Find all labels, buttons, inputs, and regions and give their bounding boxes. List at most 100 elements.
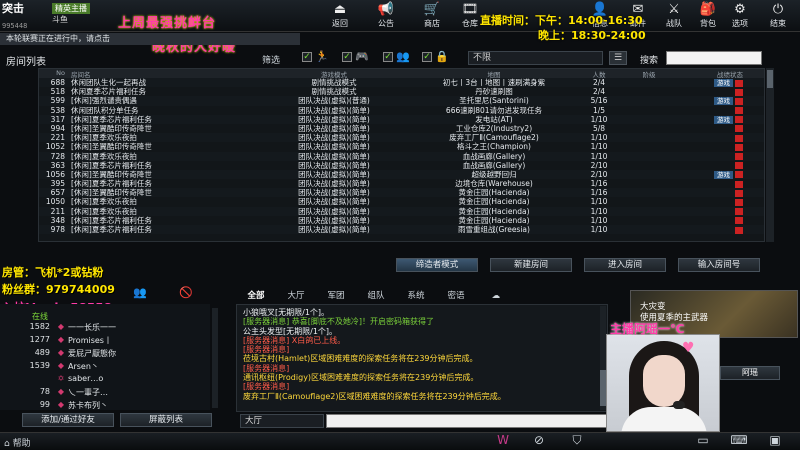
list-item[interactable]: 489 ◆ 爱屁ㄕ厭態你: [28, 348, 208, 360]
room-no: 1050: [45, 197, 65, 207]
channel-badge: 精英主播: [52, 3, 90, 14]
room-state: [679, 106, 749, 115]
w-icon[interactable]: W: [494, 433, 512, 449]
screen-icon[interactable]: ▭: [694, 433, 712, 449]
backpack-button[interactable]: 🎒 背包: [690, 2, 726, 30]
battery-icon[interactable]: ▣: [766, 433, 784, 449]
table-row[interactable]: 599 [休闲]强烈谴责偶遇 团队决战(虚拟)(普通) 圣托里尼(Santorini)…: [39, 96, 764, 106]
keyboard-icon[interactable]: ⌨: [730, 433, 748, 449]
chat-settings-icon[interactable]: ☁: [476, 289, 516, 303]
room-mode: 团队决战(虚拟)(简单): [298, 160, 370, 170]
table-row[interactable]: 363 [休闲]夏季芯片福利任务 团队决战(虚拟)(简单) 血战画廊(Gallery)…: [39, 161, 764, 170]
table-row[interactable]: 1052 [休闲]圣翼酷印传奇降世 团队决战(虚拟)(简单) 格斗之王(Champio…: [39, 142, 764, 151]
channel-code: 995448: [2, 22, 28, 30]
creator-mode-button[interactable]: 缔造者模式: [396, 258, 478, 272]
room-table-scrollbar[interactable]: [766, 68, 774, 242]
table-row[interactable]: 978 [休闲]夏季芯片福利任务 团队决战(虚拟)(简单) 雨雪重组战(Greesia…: [39, 225, 764, 235]
friend-name: 一一长乐一一: [68, 323, 116, 332]
room-state: [679, 179, 749, 188]
table-row[interactable]: 211 [休闲]夏季欢乐夜拍 团队决战(虚拟)(简单) 黄金庄园(Hacienda) 1…: [39, 206, 764, 216]
room-map: 边境仓库(Warehouse): [455, 179, 533, 189]
filter-checkbox-2[interactable]: ✓: [342, 52, 352, 62]
table-row[interactable]: 688 休闲团队生化一起再战 剧情挑战模式 初七丨3台丨地图丨速刷满身紫 2/4 游戏: [39, 78, 764, 88]
room-mode: 团队决战(虚拟)(简单): [298, 215, 370, 225]
league-status-bar[interactable]: 本轮联赛正在进行中，请点击: [0, 33, 300, 45]
table-row[interactable]: 728 [休闲]夏季欢乐夜拍 团队决战(虚拟)(简单) 血战画廊(Gallery) 1/…: [39, 151, 764, 161]
room-mode: 团队决战(虚拟)(简单): [298, 206, 370, 216]
exit-button[interactable]: ⏻ 结束: [760, 2, 796, 30]
room-mode: 剧情挑战模式: [311, 78, 357, 87]
table-row[interactable]: 221 [休闲]夏季欢乐夜拍 团队决战(虚拟)(简单) 废弃工厂Ⅱ(Camouflag…: [39, 133, 764, 143]
room-mode: 团队决战(虚拟)(简单): [298, 197, 370, 207]
table-row[interactable]: 317 [休闲]夏季芯片福利任务 团队决战(虚拟)(简单) 发电站(AT) 1/10 游戏: [39, 114, 764, 124]
friend-name: 爱屁ㄕ厭態你: [68, 349, 116, 358]
list-item[interactable]: 1582 ◆ 一一长乐一一: [28, 322, 208, 334]
play-icon: [735, 134, 743, 142]
lock-icon: 🔒: [435, 50, 449, 63]
list-item[interactable]: 78 ◆ 乀一輩子…: [28, 387, 208, 399]
streamer-webcam: [606, 334, 720, 432]
list-item[interactable]: ✡ saber…o: [28, 374, 208, 386]
shield-icon[interactable]: ⛉: [568, 433, 586, 449]
filter-checkbox-3[interactable]: ✓: [383, 52, 393, 62]
chat-input[interactable]: [326, 414, 610, 428]
table-row[interactable]: 1050 [休闲]夏季欢乐夜拍 团队决战(虚拟)(简单) 黄金庄园(Hacienda)…: [39, 197, 764, 206]
table-row[interactable]: 348 [休闲]夏季芯片福利任务 团队决战(虚拟)(简单) 黄金庄园(Hacienda…: [39, 216, 764, 225]
block-list-button[interactable]: 屏蔽列表: [120, 413, 212, 427]
room-map: 丹砂速刷图: [475, 87, 513, 97]
shop-icon: 🛒: [423, 2, 441, 17]
friends-tab-icon[interactable]: 👥: [130, 286, 150, 302]
event-button[interactable]: 阿瑶: [720, 366, 780, 380]
list-item[interactable]: 99 ◆ 苏卡布列丶: [28, 400, 208, 412]
list-item[interactable]: 1277 ◆ Promises丨: [28, 335, 208, 347]
room-state: [679, 216, 749, 225]
room-mode: 团队决战(虚拟)(简单): [298, 188, 370, 198]
room-status-select[interactable]: 不限: [468, 51, 603, 65]
friend-name: Promises丨: [68, 336, 112, 345]
shop-button[interactable]: 🛒 商店: [414, 2, 450, 30]
friends-scrollbar[interactable]: [212, 308, 218, 408]
add-friend-button[interactable]: 添加/通过好友: [22, 413, 114, 427]
overlay-host-name: 主播阿瑶一℃: [610, 322, 685, 336]
room-search-input[interactable]: [666, 51, 762, 65]
chat-tab-lobby[interactable]: 大厅: [276, 289, 316, 303]
chat-tab-legion[interactable]: 军团: [316, 289, 356, 303]
list-view-button[interactable]: ☰: [609, 51, 627, 65]
table-row[interactable]: 657 [休闲]圣翼酷印传奇降世 团队决战(虚拟)(简单) 黄金庄园(Hacienda…: [39, 188, 764, 198]
chat-tab-all[interactable]: 全部: [236, 289, 276, 303]
new-room-button[interactable]: 新建房间: [490, 258, 572, 272]
compass-icon[interactable]: ⊘: [530, 433, 548, 449]
room-map: 工业仓库2(Industry2): [455, 123, 533, 133]
chat-channel-select[interactable]: 大厅: [240, 414, 324, 428]
list-item[interactable]: 1539 ◆ Arsen丶: [28, 361, 208, 373]
back-button[interactable]: ⏏ 返回: [322, 2, 358, 30]
enter-room-number-button[interactable]: 输入房间号: [678, 258, 760, 272]
room-mode: 团队决战(虚拟)(简单): [298, 169, 370, 179]
help-button[interactable]: ⌂ 帮助: [4, 436, 31, 449]
headset-mic-icon: [673, 401, 685, 409]
room-no: 348: [50, 215, 65, 225]
battle-button[interactable]: ⚔ 战队: [656, 2, 692, 30]
table-row[interactable]: 994 [休闲]圣翼酷印传奇降世 团队决战(虚拟)(简单) 工业仓库2(Industr…: [39, 124, 764, 133]
room-rank: [619, 152, 679, 161]
settings-button[interactable]: ⚙ 选项: [722, 2, 758, 30]
room-rank: [619, 96, 679, 105]
chat-tab-team[interactable]: 组队: [356, 289, 396, 303]
table-row[interactable]: 1056 [休闲]圣翼酷印传奇降世 团队决战(虚拟)(简单) 超级越野回归 2/10 游戏: [39, 169, 764, 180]
room-name: [休闲]强烈谴责偶遇: [71, 96, 137, 106]
chat-line: 公主头发型[无期限/1个]。: [243, 326, 338, 336]
room-name: [休闲]夏季芯片福利任务: [71, 225, 152, 234]
table-row[interactable]: 395 [休闲]夏季芯片福利任务 团队决战(虚拟)(简单) 边境仓库(Warehous…: [39, 179, 764, 188]
enter-room-button[interactable]: 进入房间: [584, 258, 666, 272]
filter-checkbox-1[interactable]: ✓: [302, 52, 312, 62]
chat-tab-whisper[interactable]: 密语: [436, 289, 476, 303]
blocked-tab-icon[interactable]: 🚫: [176, 286, 196, 302]
room-state: [679, 152, 749, 161]
room-name: 休闲夏季芯片福利任务: [71, 87, 146, 97]
announce-button[interactable]: 📢 公告: [368, 2, 404, 30]
filter-checkbox-4[interactable]: ✓: [422, 52, 432, 62]
table-row[interactable]: 518 休闲夏季芯片福利任务 剧情挑战模式 丹砂速刷图 2/4: [39, 87, 764, 96]
chat-line: [服务器消息]: [243, 382, 290, 392]
chat-tab-system[interactable]: 系统: [396, 289, 436, 303]
table-row[interactable]: 538 休闲团队积分单任务 团队决战(虚拟)(简单) 666速刷801请勿进发现任务 1…: [39, 106, 764, 115]
